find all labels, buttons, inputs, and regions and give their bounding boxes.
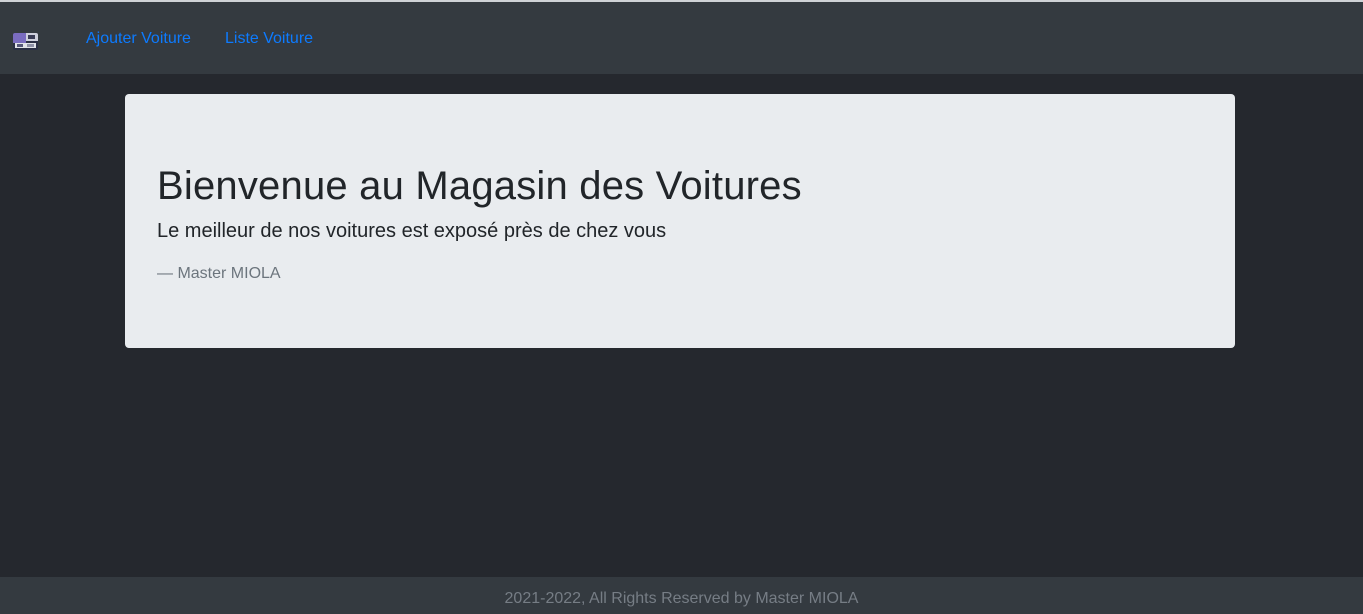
page-lead-text: Le meilleur de nos voitures est exposé p… [157,220,667,242]
blockquote-footer: — Master MIOLA [157,265,281,282]
page-title: Bienvenue au Magasin des Voitures [157,164,802,208]
page-footer: 2021-2022, All Rights Reserved by Master… [0,577,1363,614]
car-store-logo-icon[interactable] [13,33,38,50]
navbar: Ajouter Voiture Liste Voiture [0,2,1363,74]
welcome-jumbotron: Bienvenue au Magasin des Voitures Le mei… [125,94,1235,348]
nav-link-liste-voiture[interactable]: Liste Voiture [225,30,313,48]
nav-link-ajouter-voiture[interactable]: Ajouter Voiture [86,30,191,48]
copyright-text: 2021-2022, All Rights Reserved by Master… [504,590,859,607]
